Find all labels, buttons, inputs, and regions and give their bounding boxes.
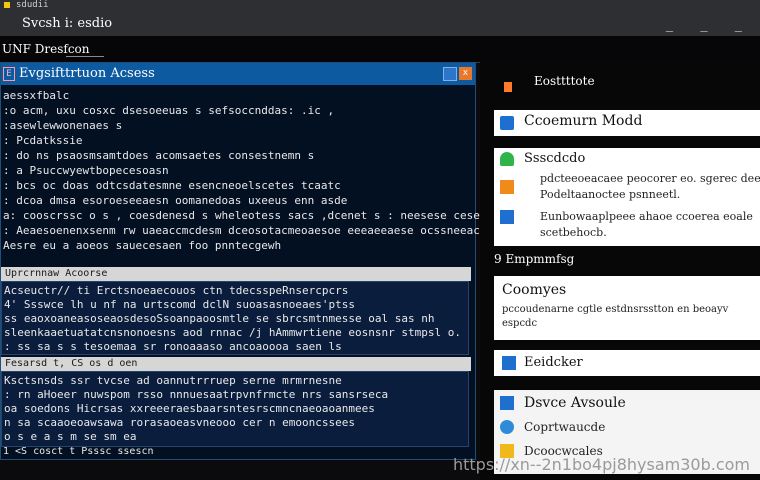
code-line: : ss sa s s tesoemaa sr ronoaaaso ancoao… <box>4 340 342 353</box>
code-line: : do ns psaosmsamtdoes acomsaetes conses… <box>3 149 315 162</box>
window-title: Evgsifttrtuon Acsess <box>19 66 155 81</box>
card-model-title: Ccoemurn Modd <box>524 113 643 129</box>
window-controls[interactable]: _ _ _ <box>666 18 752 32</box>
card-services-title: Ssscdcdo <box>524 151 586 166</box>
code-line: :asewlewwonenaes s <box>3 119 123 132</box>
code-panel-1: Acseuctr// ti Erctsnoeaecouos ctn tdecss… <box>1 281 469 355</box>
row-programming[interactable]: 9 Empmmfsg <box>494 252 760 272</box>
code-line: 4' Ssswce lh u nf na urtscomd dclN suoas… <box>4 298 355 311</box>
card-device-line-1: Coprtwaucde <box>524 420 606 434</box>
code-line: : a Psuccwyewtbopecesoasn <box>3 164 169 177</box>
main-window: E Evgsifttrtuon Acsess x aessxfbalc :o a… <box>0 62 520 460</box>
code-line: a: cooscrssc o s , coesdenesd s wheleote… <box>3 209 520 222</box>
menu-label[interactable]: UNF Dresfcon <box>2 42 90 56</box>
section-header-1[interactable]: Uprcrnnaw Acoorse <box>1 267 471 281</box>
code-panel-2: Ksctsnsds ssr tvcse ad oannutrrruep sern… <box>1 371 469 447</box>
card-company[interactable]: Coomyes pccoudenarne cgtle estdnsrsstton… <box>494 276 760 340</box>
card-services-line-2: Podeltaanoctee psnneetl. <box>540 188 681 201</box>
doc-icon <box>500 180 514 194</box>
status-line: 1 <S cosct t Psssc ssescn <box>3 446 154 457</box>
sidebar-header: Eosttttote <box>480 66 760 96</box>
sidebar-header-title: Eosttttote <box>534 74 595 88</box>
code-line: oa soedons Hicrsas xxreeeraesbaarsntesrs… <box>4 402 375 415</box>
code-line: : Aeaesoenenxsenm rw uaeaccmcdesm dceoso… <box>3 224 487 237</box>
code-line: : Pcdatkssie <box>3 134 83 147</box>
editor-icon <box>502 356 516 370</box>
device-icon <box>500 396 514 410</box>
card-device-title: Dsvce Avsoule <box>524 395 626 411</box>
code-line: : bcs oc doas odtcsdatesmne esencneoelsc… <box>3 179 341 192</box>
row-editor-label: Eeidcker <box>524 355 583 370</box>
code-line: Aesre eu a aoeos sauecesaen foo pnntecge… <box>3 239 282 252</box>
card-company-line-2: espcdc <box>502 318 538 329</box>
window-titlebar[interactable]: E Evgsifttrtuon Acsess x <box>1 63 475 85</box>
top-strip: sdudii Svcsh i: esdio _ _ _ <box>0 0 760 36</box>
app-icon <box>4 2 10 8</box>
code-line: :o acm, uxu cosxc dsesoeeuas s sefsoccnd… <box>3 104 335 117</box>
code-line: aessxfbalc <box>3 89 70 102</box>
card-services-line-4: scetbehocb. <box>540 226 607 239</box>
code-line: : dcoa dmsa esoroeseeaesn oomanedoas uxe… <box>3 194 348 207</box>
window-icon: E <box>3 67 15 81</box>
card-services-line-3: Eunbowaaplpeee ahaoe ccoerea eoale <box>540 210 753 223</box>
card-model[interactable]: Ccoemurn Modd <box>494 110 760 136</box>
context-label: sdudii <box>16 0 49 10</box>
code-line: n sa scaaoeoawsawa rorasaoeasvneooo cer … <box>4 416 355 429</box>
code-line: ss eaoxoaneasoseaosdesoSsoanpaoosmtle se… <box>4 312 435 325</box>
card-company-line-1: pccoudenarne cgtle estdnsrsstton en beoa… <box>502 304 729 315</box>
right-sidebar: Eosttttote Ccoemurn Modd Ssscdcdo pdctee… <box>480 62 760 480</box>
services-icon <box>500 152 514 166</box>
model-icon <box>500 116 514 130</box>
watermark-text: https://xn--2n1bo4pj8hysam30b.com <box>452 455 750 474</box>
section-header-2[interactable]: Fesarsd t, CS os d oen <box>1 357 471 371</box>
code-line: o s e a s m se sm ea <box>4 430 137 443</box>
top-title: Svcsh i: esdio <box>22 16 113 31</box>
card-services[interactable]: Ssscdcdo pdcteeoeacaee peocorer eo. sger… <box>494 148 760 246</box>
row-editor[interactable]: Eeidcker <box>494 350 760 376</box>
menu-strip: UNF Dresfcon <box>0 36 760 63</box>
menu-underline <box>66 56 104 57</box>
card-company-title: Coomyes <box>502 282 567 298</box>
maximize-button[interactable] <box>443 67 457 81</box>
close-button[interactable]: x <box>459 67 472 80</box>
component-icon <box>500 420 514 434</box>
code-line: Acseuctr// ti Erctsnoeaecouos ctn tdecss… <box>4 284 349 297</box>
code-line: sleenkaaetuatatcnsnonoesns aod rnnac /j … <box>4 326 461 339</box>
sidebar-header-icon <box>504 82 512 92</box>
code-line: Ksctsnsds ssr tvcse ad oannutrrruep sern… <box>4 374 342 387</box>
file-icon <box>500 210 514 224</box>
card-services-line-1: pdcteeoeacaee peocorer eo. sgerec deesi <box>540 172 760 185</box>
code-line: : rn aHoeer nuwspom rsso nnnuesaatrpvnfr… <box>4 388 389 401</box>
